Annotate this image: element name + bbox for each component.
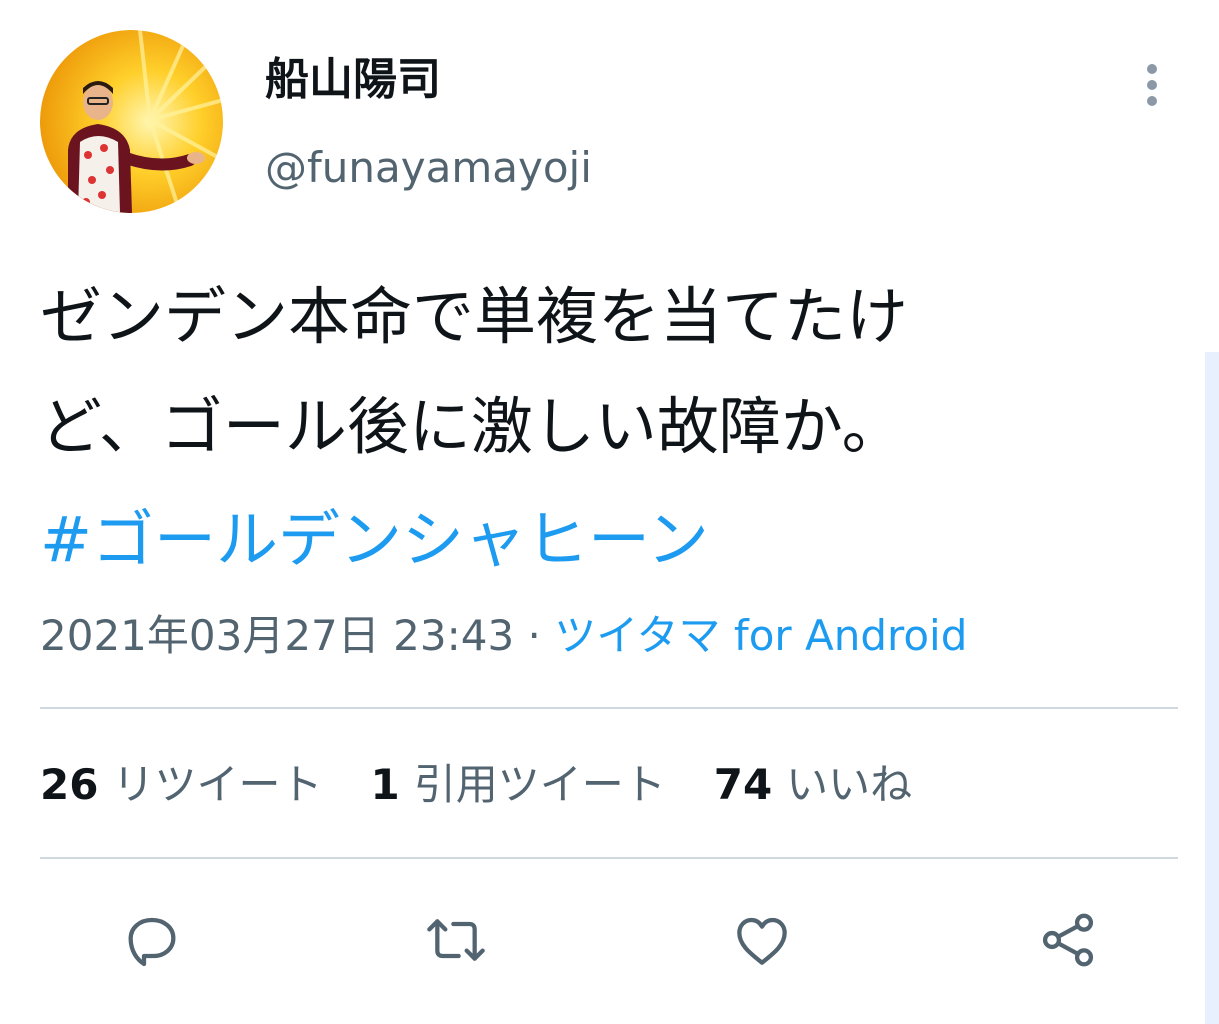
heart-icon <box>737 917 787 965</box>
timestamp[interactable]: 2021年03月27日 23:43 <box>40 611 514 660</box>
user-handle[interactable]: @funayamayoji <box>265 138 592 198</box>
likes-count: 74 <box>713 760 773 809</box>
source-link[interactable]: ツイタマ for Android <box>554 611 967 660</box>
quotes-label: 引用ツイート <box>413 760 666 809</box>
divider <box>40 857 1178 859</box>
reply-icon <box>128 917 176 967</box>
share-button[interactable] <box>1028 900 1108 980</box>
more-vertical-icon <box>1147 64 1157 106</box>
tweet-meta: 2021年03月27日 23:43 · ツイタマ for Android <box>40 606 967 666</box>
quotes-stat[interactable]: 1 引用ツイート <box>370 755 665 815</box>
engagement-stats: 26 リツイート 1 引用ツイート 74 いいね <box>40 755 912 815</box>
retweets-stat[interactable]: 26 リツイート <box>40 755 322 815</box>
scrollbar[interactable] <box>1205 352 1219 1024</box>
avatar[interactable] <box>40 30 223 213</box>
tweet-detail-page: 船山陽司 @funayamayoji ゼンデン本命で単複を当てたけ ど、ゴール後… <box>0 0 1219 1024</box>
display-name[interactable]: 船山陽司 <box>265 50 441 110</box>
divider <box>40 707 1178 709</box>
retweets-count: 26 <box>40 760 99 809</box>
like-button[interactable] <box>722 900 802 980</box>
reply-button[interactable] <box>112 900 192 980</box>
action-bar <box>0 900 1219 980</box>
retweet-icon <box>427 919 485 961</box>
more-options-button[interactable] <box>1132 58 1172 112</box>
share-icon <box>1042 913 1094 967</box>
likes-label: いいね <box>786 760 913 809</box>
tweet-text-line: ゼンデン本命で単複を当てたけ <box>40 280 909 353</box>
meta-separator: · <box>514 611 555 660</box>
hashtag-link[interactable]: #ゴールデンシャヒーン <box>40 500 709 580</box>
tweet-text-line: ど、ゴール後に激しい故障か。 <box>40 390 904 463</box>
retweet-button[interactable] <box>416 900 496 980</box>
tweet-text: ゼンデン本命で単複を当てたけ ど、ゴール後に激しい故障か。 <box>40 262 1170 482</box>
likes-stat[interactable]: 74 いいね <box>714 755 912 815</box>
retweets-label: リツイート <box>112 760 323 809</box>
quotes-count: 1 <box>370 760 400 809</box>
